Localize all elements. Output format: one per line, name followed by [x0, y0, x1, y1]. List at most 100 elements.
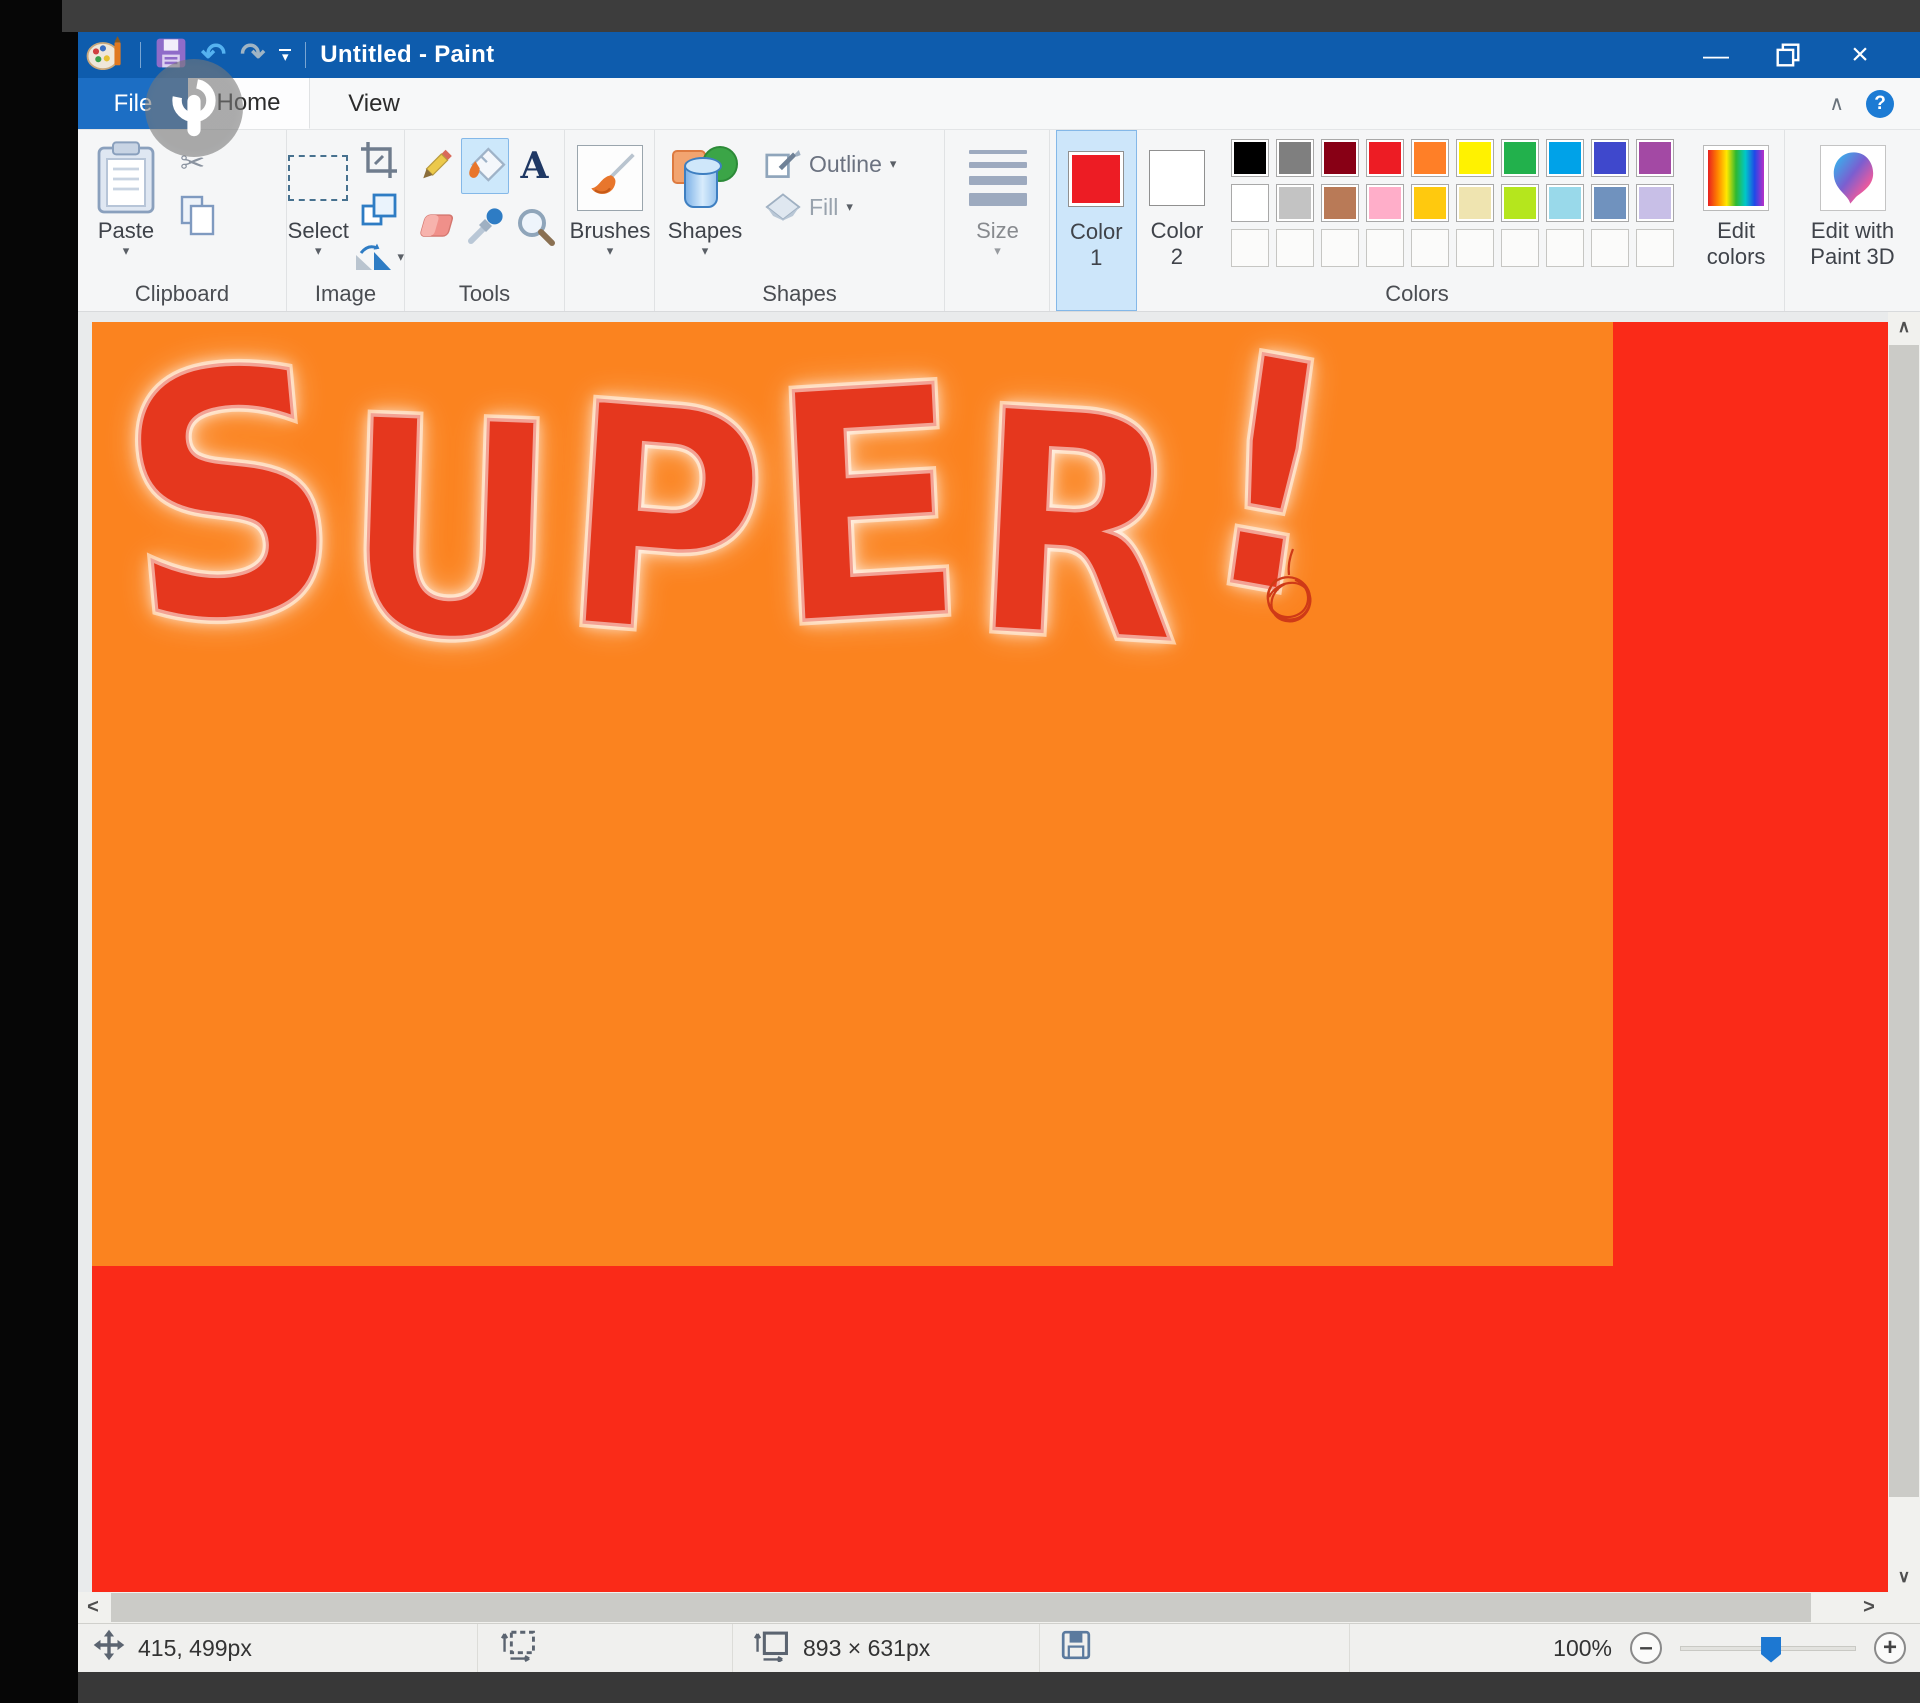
group-label-colors: Colors — [1050, 281, 1784, 307]
color2-label: Color — [1151, 218, 1204, 244]
size-button[interactable]: Size ▾ — [945, 130, 1050, 258]
file-size-cell — [1040, 1624, 1350, 1672]
scroll-down-icon[interactable]: ∨ — [1888, 1562, 1920, 1592]
cursor-position-cell: 415, 499px — [78, 1624, 478, 1672]
shapes-icon — [672, 146, 738, 210]
select-dropdown-icon[interactable]: ▾ — [315, 244, 322, 258]
size-dropdown-icon[interactable]: ▾ — [994, 244, 1001, 258]
palette-swatch-empty[interactable] — [1501, 229, 1539, 267]
text-tool[interactable]: A — [511, 138, 559, 194]
palette-swatch[interactable] — [1411, 139, 1449, 177]
group-clipboard: Paste ▾ ✂ Clipboard — [78, 130, 287, 311]
brush-icon — [577, 145, 643, 211]
palette-swatch[interactable] — [1546, 139, 1584, 177]
zoom-out-button[interactable]: – — [1630, 1632, 1662, 1664]
paste-dropdown-icon[interactable]: ▾ — [123, 244, 130, 258]
palette-swatch-empty[interactable] — [1411, 229, 1449, 267]
pencil-tool[interactable] — [411, 138, 459, 194]
palette-swatch[interactable] — [1591, 139, 1629, 177]
status-bar: 415, 499px — [78, 1623, 1920, 1672]
canvas-size-icon — [753, 1628, 791, 1668]
color1-swatch — [1068, 151, 1124, 207]
color-picker-tool[interactable] — [461, 202, 509, 250]
screen-bottom-margin — [78, 1672, 1920, 1703]
palette-swatch[interactable] — [1501, 139, 1539, 177]
zoom-level-value: 100% — [1553, 1635, 1612, 1662]
palette-swatch[interactable] — [1366, 139, 1404, 177]
scroll-up-icon[interactable]: ∧ — [1888, 312, 1920, 342]
canvas-letter: U — [339, 408, 561, 656]
eraser-tool[interactable] — [411, 202, 459, 250]
crop-icon[interactable] — [361, 142, 397, 183]
palette-swatch[interactable] — [1231, 139, 1269, 177]
palette-swatch[interactable] — [1456, 139, 1494, 177]
palette-swatch-empty[interactable] — [1321, 229, 1359, 267]
palette-swatch[interactable] — [1321, 139, 1359, 177]
color2-swatch — [1149, 150, 1205, 206]
palette-swatch[interactable] — [1231, 184, 1269, 222]
brushes-button[interactable]: Brushes ▾ — [565, 130, 655, 258]
edit-with-paint3d-button[interactable]: Edit with Paint 3D — [1785, 130, 1920, 270]
outline-dropdown-icon[interactable]: ▾ — [890, 157, 897, 171]
palette-swatch-empty[interactable] — [1276, 229, 1314, 267]
shapes-dropdown-icon[interactable]: ▾ — [702, 244, 709, 258]
restore-button[interactable] — [1752, 32, 1824, 78]
fill-dropdown-icon[interactable]: ▾ — [846, 200, 853, 214]
minimize-button[interactable]: — — [1680, 32, 1752, 78]
copy-icon[interactable] — [180, 195, 216, 242]
rotate-icon[interactable]: ▾ — [353, 242, 404, 272]
paint3d-label-line2: Paint 3D — [1810, 244, 1894, 270]
paint3d-icon — [1820, 145, 1886, 211]
group-size: Size ▾ — [945, 130, 1050, 311]
palette-swatch-empty[interactable] — [1231, 229, 1269, 267]
palette-swatch-empty[interactable] — [1546, 229, 1584, 267]
palette-swatch-empty[interactable] — [1636, 229, 1674, 267]
zoom-slider[interactable] — [1680, 1646, 1856, 1651]
group-image: Select ▾ — [287, 130, 405, 311]
horizontal-scrollbar-thumb[interactable] — [111, 1593, 1811, 1622]
fill-label: Fill — [809, 194, 838, 221]
color1-label-number: 1 — [1090, 245, 1102, 271]
palette-swatch[interactable] — [1501, 184, 1539, 222]
palette-swatch[interactable] — [1411, 184, 1449, 222]
zoom-slider-thumb[interactable] — [1761, 1637, 1781, 1663]
fill-tool[interactable] — [461, 138, 509, 194]
color1-label: Color — [1070, 219, 1123, 245]
palette-swatch[interactable] — [1276, 184, 1314, 222]
palette-swatch[interactable] — [1636, 184, 1674, 222]
tab-view[interactable]: View — [310, 78, 438, 129]
fill-button[interactable]: Fill ▾ — [765, 192, 896, 222]
scroll-left-icon[interactable]: < — [78, 1592, 108, 1623]
vertical-scrollbar-thumb[interactable] — [1889, 345, 1919, 1497]
vertical-scrollbar[interactable]: ∧ ∨ — [1888, 312, 1920, 1592]
zoom-controls: 100% – + — [1553, 1632, 1920, 1664]
group-colors: Color 1 Color 2 Edit colors Colors — [1050, 130, 1785, 311]
palette-swatch[interactable] — [1276, 139, 1314, 177]
palette-swatch[interactable] — [1321, 184, 1359, 222]
outline-button[interactable]: Outline ▾ — [765, 146, 896, 182]
palette-swatch-empty[interactable] — [1456, 229, 1494, 267]
titlebar-separator — [305, 42, 306, 68]
rotate-dropdown-icon[interactable]: ▾ — [397, 250, 404, 264]
collapse-ribbon-icon[interactable]: ∧ — [1829, 91, 1844, 116]
magnifier-tool[interactable] — [511, 202, 559, 250]
size-icon — [969, 150, 1027, 206]
qat-customize-dropdown-icon[interactable]: ▾ — [279, 49, 291, 62]
palette-swatch[interactable] — [1636, 139, 1674, 177]
titlebar: ↶ ↷ ▾ Untitled - Paint — × — [78, 32, 1920, 78]
palette-swatch-empty[interactable] — [1591, 229, 1629, 267]
palette-swatch[interactable] — [1456, 184, 1494, 222]
redo-icon[interactable]: ↷ — [240, 40, 265, 70]
palette-swatch[interactable] — [1366, 184, 1404, 222]
scroll-right-icon[interactable]: > — [1854, 1592, 1884, 1623]
palette-swatch[interactable] — [1546, 184, 1584, 222]
close-button[interactable]: × — [1824, 32, 1896, 78]
help-icon[interactable]: ? — [1866, 90, 1894, 118]
drawing-canvas[interactable]: SUPER! — [92, 322, 1888, 1592]
palette-swatch[interactable] — [1591, 184, 1629, 222]
resize-icon[interactable] — [361, 193, 397, 232]
brushes-dropdown-icon[interactable]: ▾ — [607, 244, 614, 258]
palette-swatch-empty[interactable] — [1366, 229, 1404, 267]
zoom-in-button[interactable]: + — [1874, 1632, 1906, 1664]
horizontal-scrollbar[interactable]: < > — [78, 1592, 1888, 1623]
